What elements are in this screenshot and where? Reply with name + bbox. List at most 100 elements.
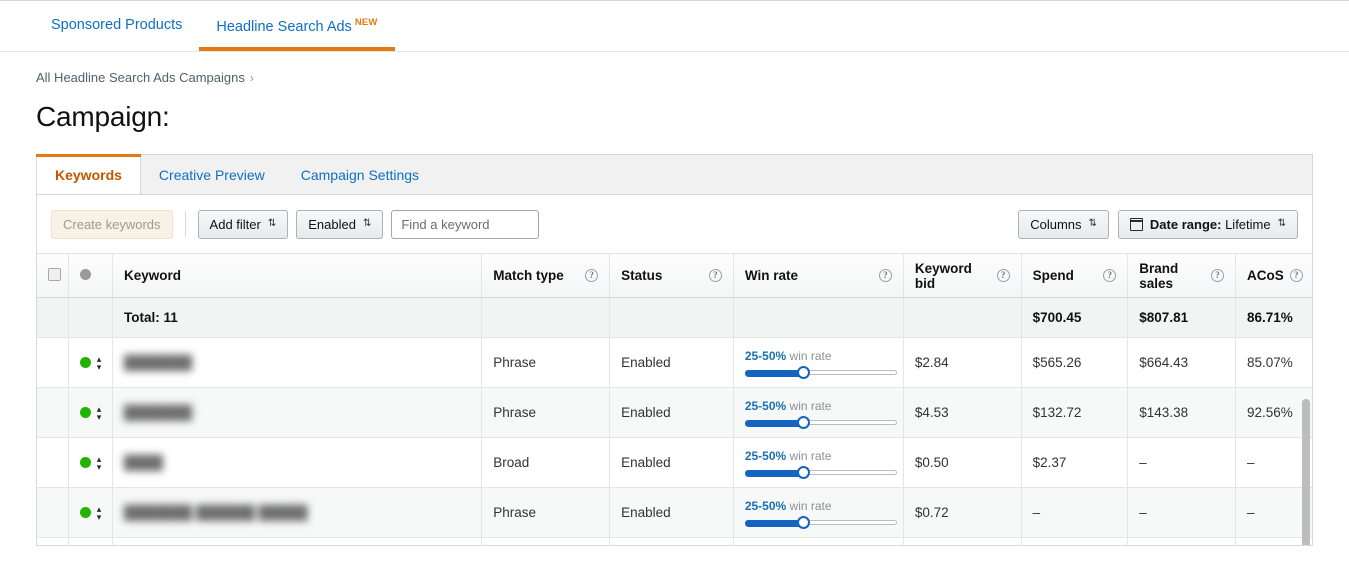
row-state-cell: ▴▾ [68,387,113,438]
header-label: ACoS [1246,268,1284,283]
header-state [68,253,113,298]
win-rate-slider[interactable] [744,465,897,479]
slider-handle[interactable] [796,365,810,379]
row-sort-handle-icon[interactable]: ▴ ▾ [97,454,102,471]
row-win-rate: 25-50% win rate [733,337,904,388]
table-row[interactable]: ▴ ▾ ███████ Phrase Enabled 25-50% win rat… [37,387,1312,438]
select-all-checkbox[interactable] [48,267,61,281]
columns-label: Columns [1030,216,1082,232]
header-label: Brand sales [1139,260,1179,291]
row-keyword: ███████ [112,337,483,388]
breadcrumb-link-all-campaigns[interactable]: All Headline Search Ads Campaigns [36,70,245,85]
row-keyword-bid[interactable]: $2.84 [903,337,1022,388]
tab-keywords[interactable]: Keywords [36,154,141,195]
row-checkbox-cell [37,537,69,545]
tab-label: Creative Preview [158,166,265,183]
header-spend[interactable]: Spend ? [1021,253,1129,298]
row-keyword-bid[interactable]: $0.50 [903,437,1022,488]
row-state-cell: ▴▾ [68,337,113,388]
date-range-dropdown[interactable]: Date range: Lifetime ⇅ [1117,209,1298,239]
totals-keyword-bid [903,297,1022,338]
help-icon[interactable]: ? [1289,269,1303,282]
header-win-rate[interactable]: Win rate ? [733,253,904,298]
totals-checkbox-cell [37,297,69,338]
table-header-row: Keyword Match type ? Status ? Win rate ?… [37,253,1312,298]
help-icon[interactable]: ? [1103,269,1117,282]
row-keyword-bid[interactable]: $0.72 [903,487,1022,538]
row-keyword: ███████ [112,387,483,438]
vertical-scrollbar[interactable] [1302,399,1310,545]
win-rate-slider[interactable] [744,415,897,429]
win-rate-value: 25-50% [744,448,787,463]
row-match-type: Phrase [481,337,611,388]
create-keywords-button[interactable]: Create keywords [51,209,173,239]
row-state-cell: ▴▾ [68,487,113,538]
row-match-type: Broad [481,437,611,488]
row-win-rate: 25-50% win rate [733,437,904,488]
row-sort-handle-icon[interactable]: ▴ ▾ [97,354,102,371]
state-dot-icon [79,269,91,280]
row-win-rate: 25-50% win rate [733,537,904,545]
slider-handle[interactable] [796,465,810,479]
row-keyword-bid[interactable]: $4.53 [903,387,1022,438]
row-brand-sales: – [1127,437,1236,488]
header-label: Keyword bid [914,260,972,291]
row-spend: $0.10 [1021,537,1129,545]
product-tab-bar: Sponsored Products Headline Search Ads NE… [0,0,1349,52]
header-status[interactable]: Status ? [609,253,734,298]
row-win-rate: 25-50% win rate [733,387,904,438]
header-acos[interactable]: ACoS ? [1235,253,1312,298]
row-brand-sales: – [1127,487,1236,538]
create-keywords-label: Create keywords [63,216,161,232]
product-tab-sponsored-products[interactable]: Sponsored Products [34,1,199,51]
date-range-value: Lifetime [1225,216,1271,232]
row-state-cell: ▴▾ [68,537,113,545]
help-icon[interactable]: ? [996,269,1010,282]
row-sort-handle-icon[interactable]: ▴ ▾ [97,404,102,421]
totals-win-rate [733,297,904,338]
tab-campaign-settings[interactable]: Campaign Settings [283,155,437,194]
slider-handle[interactable] [796,515,810,529]
win-rate-slider[interactable] [744,365,897,379]
row-keyword-bid[interactable]: $0.99 [903,537,1022,545]
help-icon[interactable]: ? [585,269,599,282]
slider-handle[interactable] [796,415,810,429]
help-icon[interactable]: ? [1210,269,1224,282]
table-row[interactable]: ▴ ▾ ███████ Phrase Enabled 25-50% win rat… [37,337,1312,388]
add-filter-label: Add filter [209,216,261,232]
header-keyword-bid[interactable]: Keyword bid ? [903,253,1022,298]
tab-creative-preview[interactable]: Creative Preview [141,155,283,194]
row-status: Enabled [609,437,734,488]
row-acos: 92.56% [1235,387,1312,438]
columns-dropdown[interactable]: Columns ⇅ [1018,209,1109,239]
status-filter-label: Enabled [308,216,356,232]
totals-row: Total: 11 $700.45 $807.81 86.71% [37,297,1312,338]
header-match-type[interactable]: Match type ? [481,253,611,298]
product-tab-headline-search-ads[interactable]: Headline Search Ads NEW [199,1,395,51]
table-row[interactable]: ▴ ▾ ███████ ██████ █████ Phrase Enabled 2… [37,487,1312,538]
add-filter-dropdown[interactable]: Add filter ⇅ [197,209,289,239]
search-input[interactable] [391,209,540,239]
header-brand-sales[interactable]: Brand sales ? [1127,253,1236,298]
row-status: Enabled [609,487,734,538]
chevron-updown-icon: ⇅ [267,218,277,229]
table-row[interactable]: ▴▾ █████ Phrase Enabled 25-50% win rate [37,537,1312,545]
row-keyword: ███████ ██████ █████ [112,487,483,538]
row-brand-sales: $664.43 [1127,337,1236,388]
header-label: Keyword [123,268,181,283]
totals-spend: $700.45 [1021,297,1129,338]
breadcrumb-separator-icon: › [249,71,254,85]
table-row[interactable]: ▴ ▾ ████ Broad Enabled 25-50% win rate $… [37,437,1312,488]
row-keyword: ████ [112,437,483,488]
help-icon[interactable]: ? [878,269,892,282]
help-icon[interactable]: ? [708,269,722,282]
status-filter-dropdown[interactable]: Enabled ⇅ [296,209,384,239]
totals-acos: 86.71% [1235,297,1312,338]
campaign-tab-strip: Keywords Creative Preview Campaign Setti… [36,154,1313,195]
chevron-updown-icon: ⇅ [1088,218,1097,229]
header-keyword[interactable]: Keyword [112,253,483,298]
row-sort-handle-icon[interactable]: ▴ ▾ [97,504,102,521]
tab-label: Campaign Settings [300,166,420,183]
win-rate-slider[interactable] [744,515,897,529]
keyword-text-redacted: ███████ [123,405,193,420]
